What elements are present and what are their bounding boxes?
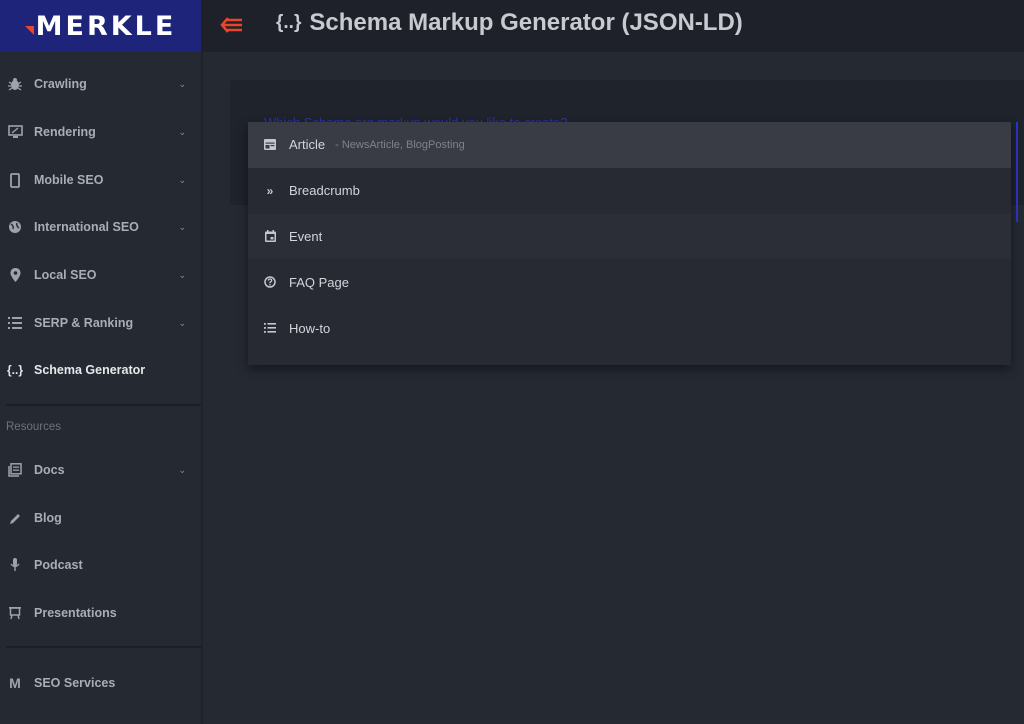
monitor-icon bbox=[7, 124, 23, 140]
merkle-m-icon: M bbox=[9, 675, 21, 691]
sidebar-item-podcast[interactable]: Podcast bbox=[0, 545, 201, 585]
dropdown-option-breadcrumb[interactable]: » Breadcrumb bbox=[248, 168, 1011, 214]
docs-icon bbox=[7, 462, 23, 478]
easel-icon bbox=[7, 605, 23, 621]
sidebar-item-seo-services[interactable]: M SEO Services bbox=[0, 663, 201, 703]
list-icon bbox=[7, 315, 23, 331]
question-circle-icon bbox=[263, 276, 277, 289]
dropdown-option-faq-page[interactable]: FAQ Page bbox=[248, 259, 1011, 305]
top-bar: MERKLE {..} Schema Markup Generator (JSO… bbox=[0, 0, 1024, 52]
article-icon bbox=[263, 139, 277, 151]
chevron-down-icon: ⌄ bbox=[178, 464, 186, 475]
dropdown-option-how-to[interactable]: How-to bbox=[248, 305, 1011, 351]
microphone-icon bbox=[7, 557, 23, 573]
sidebar-item-rendering[interactable]: Rendering ⌄ bbox=[0, 112, 201, 152]
menu-collapse-arrow-icon bbox=[220, 17, 242, 33]
sidebar-item-international-seo[interactable]: International SEO ⌄ bbox=[0, 207, 201, 247]
calendar-icon bbox=[263, 230, 277, 243]
globe-icon bbox=[7, 219, 23, 235]
page-title-text: Schema Markup Generator (JSON-LD) bbox=[309, 9, 743, 36]
braces-icon: {..} bbox=[276, 12, 302, 33]
double-chevron-icon: » bbox=[266, 183, 274, 198]
sidebar-item-docs[interactable]: Docs ⌄ bbox=[0, 450, 201, 490]
sidebar-collapse-button[interactable] bbox=[218, 11, 246, 39]
sidebar-divider bbox=[6, 646, 201, 648]
chevron-down-icon: ⌄ bbox=[178, 78, 186, 89]
sidebar-item-presentations[interactable]: Presentations bbox=[0, 593, 201, 633]
list-icon bbox=[263, 323, 277, 333]
sidebar-item-mobile-seo[interactable]: Mobile SEO ⌄ bbox=[0, 160, 201, 200]
sidebar-item-schema-generator[interactable]: {..} Schema Generator bbox=[0, 350, 201, 390]
dropdown-option-event[interactable]: Event bbox=[248, 213, 1011, 260]
sidebar-item-blog[interactable]: Blog bbox=[0, 498, 201, 538]
sidebar-divider bbox=[6, 404, 201, 406]
page-title: {..} Schema Markup Generator (JSON-LD) bbox=[276, 8, 743, 38]
sidebar-item-crawling[interactable]: Crawling ⌄ bbox=[0, 64, 201, 104]
logo-mark-icon bbox=[24, 25, 34, 35]
select-focus-accent bbox=[1016, 122, 1018, 222]
chevron-down-icon: ⌄ bbox=[178, 317, 186, 328]
chevron-down-icon: ⌄ bbox=[178, 126, 186, 137]
pencil-icon bbox=[7, 510, 23, 526]
chevron-down-icon: ⌄ bbox=[178, 221, 186, 232]
braces-icon: {..} bbox=[7, 363, 24, 377]
dropdown-option-article[interactable]: Article - NewsArticle, BlogPosting bbox=[248, 122, 1011, 168]
sidebar-item-local-seo[interactable]: Local SEO ⌄ bbox=[0, 255, 201, 295]
merkle-logo[interactable]: MERKLE bbox=[0, 0, 201, 52]
chevron-down-icon: ⌄ bbox=[178, 269, 186, 280]
schema-type-dropdown-menu[interactable]: Article - NewsArticle, BlogPosting » Bre… bbox=[248, 122, 1011, 365]
sidebar: Crawling ⌄ Rendering ⌄ Mobile SEO ⌄ Inte… bbox=[0, 52, 203, 724]
logo-text: MERKLE bbox=[35, 10, 177, 42]
chevron-down-icon: ⌄ bbox=[178, 174, 186, 185]
sidebar-item-serp-ranking[interactable]: SERP & Ranking ⌄ bbox=[0, 303, 201, 343]
map-pin-icon bbox=[7, 267, 23, 283]
phone-icon bbox=[7, 172, 23, 188]
resources-section-label: Resources bbox=[6, 421, 61, 433]
bug-icon bbox=[7, 76, 23, 92]
